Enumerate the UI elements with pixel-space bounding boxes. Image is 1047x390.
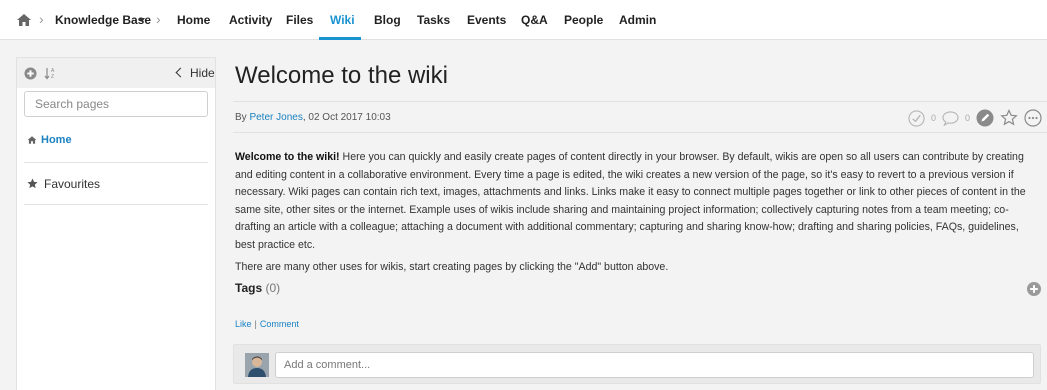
social-actions: Like | Comment (235, 319, 299, 329)
check-count: 0 (930, 113, 936, 123)
byline: By Peter Jones, 02 Oct 2017 10:03 (235, 112, 391, 123)
search-pages-input[interactable] (24, 91, 208, 117)
avatar (245, 353, 269, 377)
star-icon (27, 178, 38, 189)
nav-people[interactable]: People (564, 13, 603, 27)
nav-qa[interactable]: Q&A (521, 13, 548, 27)
check-icon[interactable] (908, 109, 925, 127)
chevron-down-icon[interactable] (139, 18, 145, 22)
paragraph-text: Here you can quickly and easily create p… (235, 151, 1026, 251)
edit-icon[interactable] (976, 109, 994, 127)
add-page-icon[interactable] (24, 67, 37, 80)
author-link[interactable]: Peter Jones (249, 112, 302, 123)
page-meta-bar: By Peter Jones, 02 Oct 2017 10:03 0 0 (233, 101, 1047, 133)
sort-icon[interactable]: A Z (44, 66, 58, 80)
comment-link[interactable]: Comment (260, 319, 299, 329)
add-tag-icon[interactable] (1027, 282, 1041, 296)
intro-bold-text: Welcome to the wiki! (235, 151, 340, 163)
svg-text:Z: Z (51, 74, 54, 80)
like-link[interactable]: Like (235, 319, 252, 329)
wiki-page-content: Welcome to the wiki By Peter Jones, 02 O… (233, 57, 1047, 390)
tags-label: Tags (235, 281, 263, 295)
sidebar-item-home[interactable]: Home (27, 133, 72, 146)
comment-icon[interactable] (942, 110, 959, 126)
star-icon[interactable] (1000, 109, 1018, 127)
nav-tasks[interactable]: Tasks (417, 13, 450, 27)
divider (24, 204, 208, 205)
nav-home[interactable]: Home (177, 13, 210, 27)
chevron-left-icon (175, 67, 186, 78)
top-navigation: › Knowledge Base › Home Activity Files W… (0, 0, 1047, 40)
comment-composer (233, 344, 1041, 384)
hide-sidebar-button[interactable]: Hide (175, 66, 215, 80)
nav-files[interactable]: Files (286, 13, 313, 27)
tags-count: (0) (265, 281, 281, 295)
sidebar-item-favourites[interactable]: Favourites (27, 177, 100, 191)
byline-prefix: By (235, 112, 247, 123)
comment-input[interactable] (275, 352, 1034, 378)
sidebar-toolbar: A Z Hide (17, 58, 215, 88)
divider (24, 162, 208, 163)
home-icon[interactable] (16, 12, 32, 28)
user-avatar-icon (245, 353, 269, 377)
sidebar-item-label: Home (41, 134, 72, 146)
sidebar-item-label: Favourites (44, 177, 101, 191)
page-title: Welcome to the wiki (235, 62, 448, 89)
nav-activity[interactable]: Activity (229, 13, 272, 27)
body-paragraph: Welcome to the wiki! Here you can quickl… (235, 149, 1041, 254)
nav-events[interactable]: Events (467, 13, 506, 27)
active-tab-indicator (319, 37, 361, 40)
more-options-icon[interactable] (1024, 109, 1042, 127)
breadcrumb-separator-icon: › (156, 11, 161, 27)
comment-count: 0 (964, 113, 970, 123)
page-actions: 0 0 (908, 108, 1042, 128)
nav-admin[interactable]: Admin (619, 13, 656, 27)
body-paragraph: There are many other uses for wikis, sta… (235, 261, 669, 273)
post-date: , 02 Oct 2017 10:03 (302, 112, 391, 123)
page-body: Welcome to the wiki! Here you can quickl… (235, 149, 1041, 277)
wiki-sidebar: A Z Hide Home Favourites (16, 57, 216, 390)
nav-wiki[interactable]: Wiki (330, 13, 355, 27)
hide-label: Hide (190, 66, 215, 80)
breadcrumb-knowledge-base[interactable]: Knowledge Base (55, 13, 151, 27)
nav-blog[interactable]: Blog (374, 13, 401, 27)
separator: | (254, 319, 257, 329)
breadcrumb-separator-icon: › (39, 11, 44, 27)
tags-heading: Tags (0) (235, 281, 280, 295)
home-icon (27, 136, 37, 144)
